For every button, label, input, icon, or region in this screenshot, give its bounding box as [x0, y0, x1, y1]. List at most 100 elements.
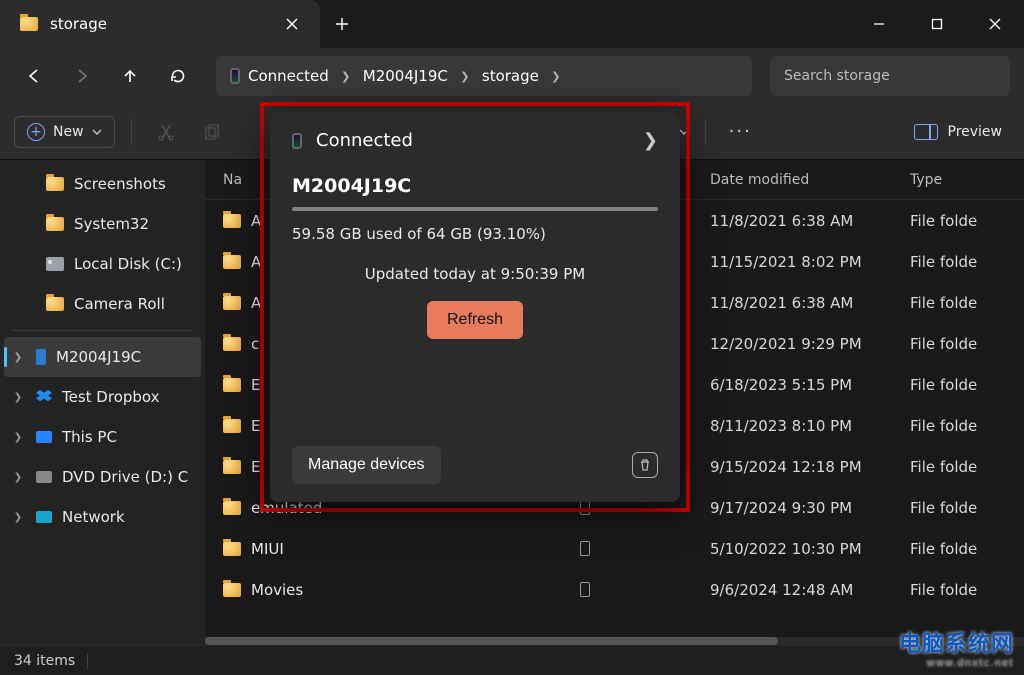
row-type: File folde [910, 212, 1024, 230]
sidebar-tree-item[interactable]: ❯ Test Dropbox [4, 377, 201, 417]
sidebar-tree-item[interactable]: ❯ DVD Drive (D:) C [4, 457, 201, 497]
row-name: E [251, 417, 260, 435]
active-tab[interactable]: storage [0, 0, 320, 48]
watermark: 电脑系统网 www.dnxtc.net [899, 626, 1014, 669]
chevron-right-icon[interactable]: ❯ [10, 352, 26, 363]
sidebar-tree-item[interactable]: ❯ This PC [4, 417, 201, 457]
crumb-connected[interactable]: Connected [246, 65, 331, 87]
title-bar: storage [0, 0, 1024, 48]
row-date: 8/11/2023 8:10 PM [710, 417, 910, 435]
crumb-device[interactable]: M2004J19C [361, 65, 450, 87]
search-placeholder: Search storage [784, 68, 890, 84]
maximize-button[interactable] [908, 0, 966, 48]
refresh-button[interactable]: Refresh [427, 301, 523, 339]
device-icon [292, 133, 302, 149]
breadcrumb[interactable]: Connected ❯ M2004J19C ❯ storage ❯ [216, 56, 752, 96]
chevron-right-icon[interactable]: ❯ [10, 472, 26, 483]
chevron-right-icon[interactable]: ❯ [456, 70, 474, 83]
sidebar-item-label: Network [62, 508, 125, 526]
disk-icon [46, 257, 64, 271]
sidebar-pinned-item[interactable]: Camera Roll [4, 284, 201, 324]
sidebar-pinned-item[interactable]: Local Disk (C:) [4, 244, 201, 284]
folder-icon [223, 460, 241, 474]
copy-icon[interactable] [194, 114, 230, 150]
watermark-text: 电脑系统网 [899, 626, 1014, 658]
close-window-button[interactable] [966, 0, 1024, 48]
sidebar-pinned-item[interactable]: Screenshots [4, 164, 201, 204]
device-flyout: Connected ❯ M2004J19C 59.58 GB used of 6… [270, 112, 680, 502]
new-button[interactable]: + New [14, 116, 115, 148]
chevron-down-icon[interactable] [679, 127, 689, 137]
divider [131, 119, 132, 145]
preview-label: Preview [948, 124, 1003, 140]
new-tab-button[interactable] [320, 0, 364, 48]
row-date: 12/20/2021 9:29 PM [710, 335, 910, 353]
more-button[interactable]: ··· [722, 114, 758, 150]
folder-icon [223, 296, 241, 310]
navigation-pane[interactable]: Screenshots System32 Local Disk (C:) Cam… [0, 160, 205, 645]
sidebar-item-label: DVD Drive (D:) C [62, 468, 188, 486]
folder-icon [223, 583, 241, 597]
column-type[interactable]: Type [910, 172, 1024, 188]
chevron-right-icon[interactable]: ❯ [10, 512, 26, 523]
crumb-storage[interactable]: storage [480, 65, 541, 87]
cut-icon[interactable] [148, 114, 184, 150]
manage-devices-button[interactable]: Manage devices [292, 446, 441, 484]
row-type: File folde [910, 417, 1024, 435]
row-date: 11/8/2021 6:38 AM [710, 294, 910, 312]
recycle-bin-icon[interactable] [632, 452, 658, 478]
refresh-nav-button[interactable] [158, 56, 198, 96]
preview-toggle[interactable]: Preview [906, 118, 1011, 146]
folder-icon [223, 378, 241, 392]
folder-icon [46, 297, 64, 311]
row-date: 5/10/2022 10:30 PM [710, 540, 910, 558]
folder-icon [223, 214, 241, 228]
row-name: MIUI [251, 540, 284, 558]
folder-icon [223, 255, 241, 269]
row-date: 9/6/2024 12:48 AM [710, 581, 910, 599]
phone-icon [580, 541, 590, 556]
back-button[interactable] [14, 56, 54, 96]
flyout-title: Connected [316, 130, 629, 151]
folder-icon [223, 501, 241, 515]
device-icon [230, 68, 240, 84]
column-date[interactable]: Date modified [710, 172, 910, 188]
chevron-right-icon[interactable]: ❯ [10, 432, 26, 443]
monitor-icon [36, 431, 52, 443]
phone-icon [580, 500, 590, 515]
forward-button[interactable] [62, 56, 102, 96]
row-type: File folde [910, 294, 1024, 312]
expand-button[interactable]: ❯ [643, 130, 658, 151]
folder-icon [223, 337, 241, 351]
table-row[interactable]: Movies 9/6/2024 12:48 AM File folde [205, 569, 1024, 610]
sidebar-tree-item[interactable]: ❯ M2004J19C [4, 337, 201, 377]
close-tab-button[interactable] [278, 10, 306, 38]
sidebar-tree-item[interactable]: ❯ Network [4, 497, 201, 537]
row-date: 11/8/2021 6:38 AM [710, 212, 910, 230]
plus-icon: + [27, 123, 45, 141]
row-date: 6/18/2023 5:15 PM [710, 376, 910, 394]
sidebar-pinned-item[interactable]: System32 [4, 204, 201, 244]
divider [87, 653, 88, 669]
minimize-button[interactable] [850, 0, 908, 48]
row-name: E [251, 376, 260, 394]
row-name: A [251, 253, 261, 271]
watermark-url: www.dnxtc.net [899, 658, 1014, 669]
divider [12, 330, 193, 331]
up-button[interactable] [110, 56, 150, 96]
item-count: 34 items [14, 653, 75, 669]
search-input[interactable]: Search storage [770, 56, 1010, 96]
row-name: A [251, 212, 261, 230]
table-row[interactable]: MIUI 5/10/2022 10:30 PM File folde [205, 528, 1024, 569]
chevron-right-icon[interactable]: ❯ [10, 392, 26, 403]
folder-icon [20, 17, 38, 31]
tab-title: storage [50, 15, 266, 33]
dvd-icon [36, 471, 52, 483]
folder-icon [223, 542, 241, 556]
row-type: File folde [910, 335, 1024, 353]
chevron-right-icon[interactable]: ❯ [337, 70, 355, 83]
navigation-bar: Connected ❯ M2004J19C ❯ storage ❯ Search… [0, 48, 1024, 104]
chevron-right-icon[interactable]: ❯ [547, 70, 565, 83]
row-type: File folde [910, 499, 1024, 517]
folder-icon [223, 419, 241, 433]
